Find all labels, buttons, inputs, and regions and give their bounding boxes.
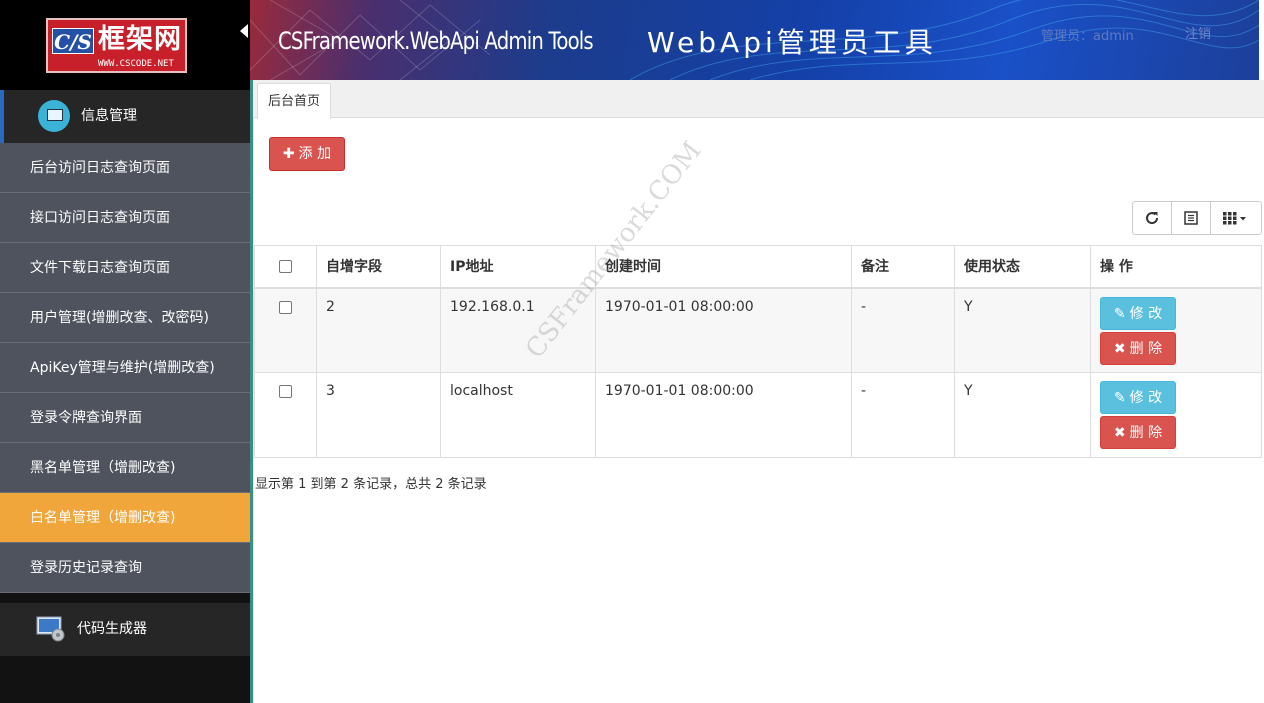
logo-area: C/S 框架网 WWW.CSCODE.NET — [0, 0, 250, 90]
column-header-remark[interactable]: 备注 — [851, 245, 955, 289]
cell-created: 1970-01-01 08:00:00 — [595, 287, 852, 373]
select-all-checkbox[interactable] — [279, 259, 292, 273]
row-select-cell — [254, 372, 317, 458]
delete-button[interactable]: ✖ 删 除 — [1100, 331, 1176, 365]
table-row: 3 localhost 1970-01-01 08:00:00 - Y ✎ 修 改… — [254, 372, 1262, 458]
sidebar-item-admin-access-log[interactable]: 后台访问日志查询页面 — [0, 143, 250, 193]
logo-url: WWW.CSCODE.NET — [98, 59, 174, 69]
sidebar-item-api-access-log[interactable]: 接口访问日志查询页面 — [0, 193, 250, 243]
sidebar-item-whitelist[interactable]: 白名单管理（增删改查) — [0, 493, 250, 543]
sidebar-collapse-icon[interactable] — [240, 24, 248, 38]
table-row: 2 192.168.0.1 1970-01-01 08:00:00 - Y ✎ 修… — [254, 287, 1262, 373]
cell-created: 1970-01-01 08:00:00 — [595, 372, 852, 458]
data-table: 自增字段 IP地址 创建时间 备注 使用状态 操 作 2 192.168.0.1… — [254, 245, 1262, 458]
admin-label: 管理员：admin — [1041, 29, 1134, 44]
edit-button[interactable]: ✎ 修 改 — [1100, 381, 1176, 414]
cell-actions: ✎ 修 改 ✖ 删 除 — [1090, 287, 1262, 373]
code-generator-icon — [36, 616, 65, 642]
columns-icon — [1223, 212, 1246, 225]
tab-home[interactable]: 后台首页 — [257, 83, 332, 119]
sidebar-group-codegen[interactable]: 代码生成器 — [0, 603, 250, 656]
header-title-en: CSFramework.WebApi Admin Tools — [278, 27, 594, 55]
sidebar-item-user-management[interactable]: 用户管理(增删改查、改密码) — [0, 293, 250, 343]
delete-button-label: 删 除 — [1129, 425, 1163, 441]
column-header-status[interactable]: 使用状态 — [954, 245, 1091, 289]
refresh-icon — [1146, 212, 1159, 225]
cell-ip: localhost — [440, 372, 596, 458]
list-icon — [1184, 211, 1198, 225]
sidebar-item-blacklist[interactable]: 黑名单管理（增删改查) — [0, 443, 250, 493]
table-header-row: 自增字段 IP地址 创建时间 备注 使用状态 操 作 — [254, 245, 1262, 289]
close-icon: ✖ — [1113, 340, 1126, 357]
sidebar-group-label: 信息管理 — [81, 108, 137, 124]
cell-remark: - — [851, 287, 955, 373]
table-toolbar — [1132, 201, 1262, 235]
row-select-cell — [254, 287, 317, 373]
edit-button-label: 修 改 — [1129, 305, 1163, 322]
header-title-cn: WebApi管理员工具 — [647, 26, 937, 59]
select-all-cell — [254, 245, 317, 289]
row-checkbox[interactable] — [279, 385, 292, 398]
sidebar-group-info[interactable]: 信息管理 — [0, 90, 250, 143]
add-button[interactable]: ✚ 添 加 — [269, 137, 345, 171]
logo-name: 框架网 — [98, 24, 182, 55]
delete-button[interactable]: ✖ 删 除 — [1100, 416, 1176, 449]
logo: C/S 框架网 WWW.CSCODE.NET — [46, 18, 187, 73]
logout-link[interactable]: 注销 — [1185, 26, 1211, 44]
cell-status: Y — [954, 372, 1091, 458]
pagination-info: 显示第 1 到第 2 条记录，总共 2 条记录 — [255, 477, 487, 492]
sidebar-item-apikey-management[interactable]: ApiKey管理与维护(增删改查) — [0, 343, 250, 393]
edit-button[interactable]: ✎ 修 改 — [1100, 296, 1176, 330]
add-button-label: 添 加 — [298, 146, 332, 162]
toggle-view-button[interactable] — [1172, 202, 1211, 234]
column-header-ip[interactable]: IP地址 — [440, 245, 596, 289]
pencil-icon: ✎ — [1113, 305, 1126, 322]
column-header-id[interactable]: 自增字段 — [316, 245, 441, 289]
close-icon: ✖ — [1113, 425, 1126, 441]
monitor-icon — [38, 100, 70, 132]
cell-actions: ✎ 修 改 ✖ 删 除 — [1090, 372, 1262, 458]
sidebar-item-login-history[interactable]: 登录历史记录查询 — [0, 543, 250, 593]
pencil-icon: ✎ — [1113, 390, 1126, 406]
delete-button-label: 删 除 — [1129, 340, 1163, 357]
cell-ip: 192.168.0.1 — [440, 287, 596, 373]
header-banner: CSFramework.WebApi Admin Tools WebApi管理员… — [250, 0, 1259, 80]
tab-bar: 后台首页 — [253, 80, 1264, 119]
cell-status: Y — [954, 287, 1091, 373]
sidebar: 信息管理 后台访问日志查询页面 接口访问日志查询页面 文件下载日志查询页面 用户… — [0, 90, 250, 703]
edit-button-label: 修 改 — [1129, 390, 1163, 406]
row-checkbox[interactable] — [279, 300, 292, 314]
column-header-actions: 操 作 — [1090, 245, 1262, 289]
sidebar-item-login-token[interactable]: 登录令牌查询界面 — [0, 393, 250, 443]
plus-icon: ✚ — [282, 146, 295, 162]
column-header-created[interactable]: 创建时间 — [595, 245, 852, 289]
cell-id: 3 — [316, 372, 441, 458]
cell-id: 2 — [316, 287, 441, 373]
sidebar-group-label: 代码生成器 — [77, 621, 147, 637]
sidebar-item-download-log[interactable]: 文件下载日志查询页面 — [0, 243, 250, 293]
refresh-button[interactable] — [1133, 202, 1172, 234]
columns-dropdown-button[interactable] — [1211, 202, 1261, 234]
logo-badge: C/S — [52, 28, 94, 54]
cell-remark: - — [851, 372, 955, 458]
